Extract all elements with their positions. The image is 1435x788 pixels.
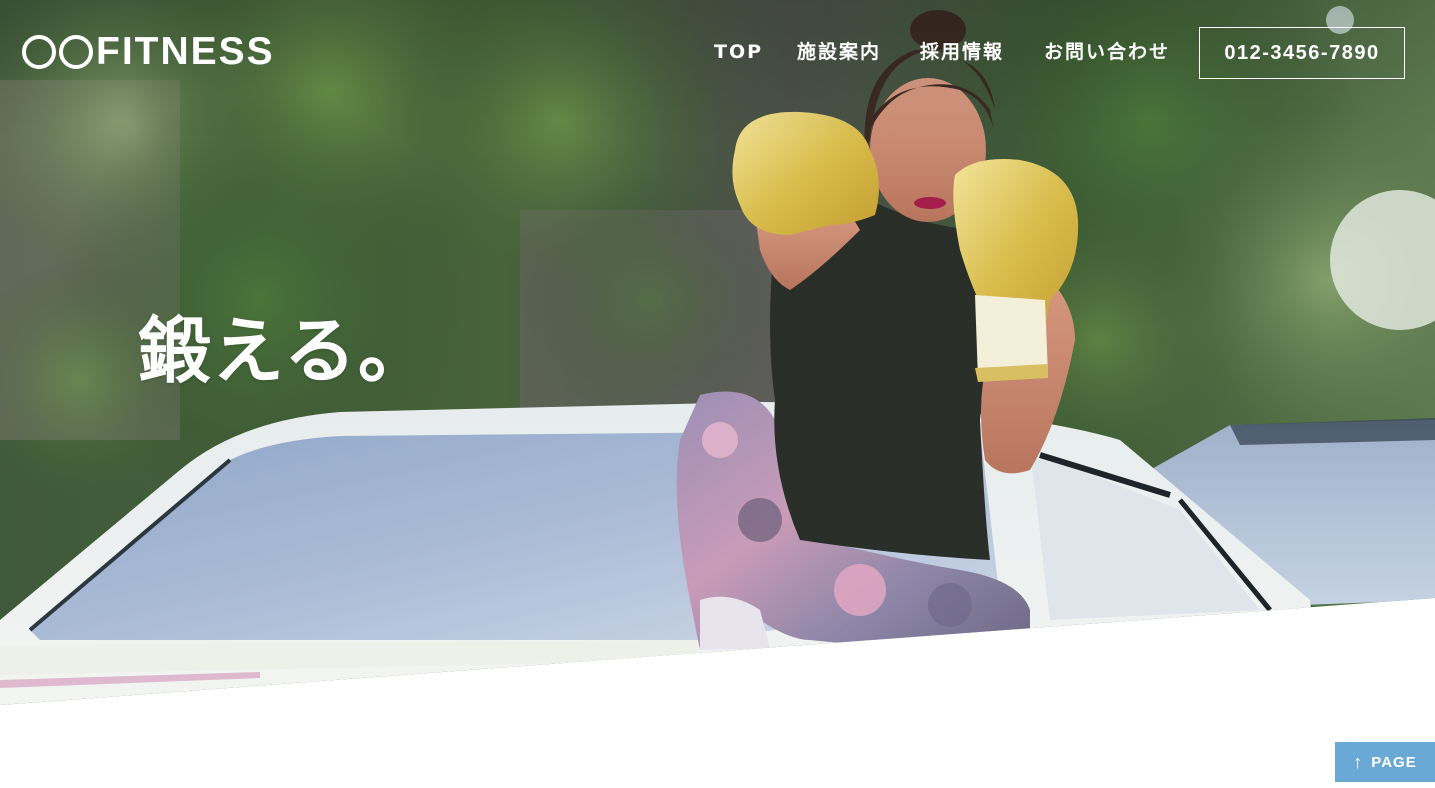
arrow-up-icon: ↑ bbox=[1353, 751, 1364, 772]
site-logo[interactable]: FITNESS bbox=[22, 30, 275, 74]
logo-text: FITNESS bbox=[96, 30, 275, 73]
site-header: FITNESS TOP 施設案内 採用情報 お問い合わせ 012-3456-78… bbox=[0, 0, 1435, 105]
page-top-label: PAGE bbox=[1371, 753, 1417, 771]
logo-circle-icon bbox=[22, 35, 56, 69]
nav-link-top[interactable]: TOP bbox=[714, 38, 763, 66]
logo-circle-icon bbox=[59, 35, 93, 69]
phone-button[interactable]: 012-3456-7890 bbox=[1199, 27, 1405, 79]
nav-link-facilities[interactable]: 施設案内 bbox=[797, 38, 881, 66]
nav-link-contact[interactable]: お問い合わせ bbox=[1044, 38, 1170, 66]
page: FITNESS TOP 施設案内 採用情報 お問い合わせ 012-3456-78… bbox=[0, 0, 1435, 788]
nav-link-recruit[interactable]: 採用情報 bbox=[920, 38, 1004, 66]
hero-headline: 鍛える。 bbox=[138, 309, 432, 393]
page-top-button[interactable]: ↑ PAGE bbox=[1335, 742, 1435, 782]
